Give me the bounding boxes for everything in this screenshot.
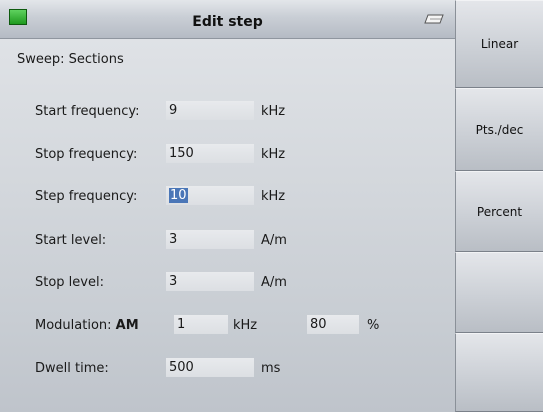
step-frequency-value: 10 (169, 188, 188, 203)
softkey-percent-label: Percent (476, 204, 523, 219)
modulation-frequency-input[interactable]: 1 (174, 315, 228, 334)
softkey-empty-4[interactable] (455, 252, 543, 333)
settings-panel: Sweep: Sections Start frequency: 9 kHz S… (0, 39, 455, 412)
eraser-icon[interactable] (424, 14, 444, 24)
start-level-label: Start level: (35, 233, 107, 248)
modulation-frequency-value: 1 (177, 317, 186, 332)
softkey-percent[interactable]: Percent (455, 171, 543, 252)
stop-level-input[interactable]: 3 (166, 272, 254, 291)
dwell-time-row: Dwell time: 500 ms (0, 357, 455, 381)
dwell-time-label: Dwell time: (35, 361, 109, 376)
stop-frequency-label: Stop frequency: (35, 147, 138, 162)
softkey-linear-label: Linear (480, 37, 519, 51)
start-level-value: 3 (169, 232, 178, 247)
stop-frequency-input[interactable]: 150 (166, 144, 254, 163)
modulation-depth-unit: % (367, 318, 380, 333)
stop-frequency-row: Stop frequency: 150 kHz (0, 143, 455, 167)
dwell-time-value: 500 (169, 360, 194, 375)
stop-frequency-value: 150 (169, 146, 194, 161)
start-level-row: Start level: 3 A/m (0, 229, 455, 253)
softkey-pts-dec[interactable]: Pts./dec (455, 88, 543, 171)
step-frequency-unit: kHz (261, 189, 286, 204)
title-bar: Edit step (0, 0, 455, 39)
modulation-label-text: Modulation: (35, 318, 112, 333)
dwell-time-input[interactable]: 500 (166, 358, 254, 377)
dwell-time-unit: ms (261, 361, 281, 376)
start-level-input[interactable]: 3 (166, 230, 254, 249)
start-level-unit: A/m (261, 233, 287, 248)
softkey-pts-dec-label: Pts./dec (475, 122, 524, 137)
modulation-label: Modulation: AM (35, 318, 139, 333)
sweep-mode-label: Sweep: Sections (17, 52, 124, 67)
softkey-empty-5[interactable] (455, 333, 543, 412)
step-frequency-row: Step frequency: 10 kHz (0, 185, 455, 209)
step-frequency-input[interactable]: 10 (166, 186, 254, 205)
step-frequency-label: Step frequency: (35, 189, 138, 204)
stop-level-label: Stop level: (35, 275, 104, 290)
stop-frequency-unit: kHz (261, 147, 286, 162)
stop-level-unit: A/m (261, 275, 287, 290)
start-frequency-input[interactable]: 9 (166, 101, 254, 120)
softkey-linear[interactable]: Linear (455, 0, 543, 88)
stop-level-value: 3 (169, 274, 178, 289)
stop-level-row: Stop level: 3 A/m (0, 271, 455, 295)
dialog-title: Edit step (192, 14, 263, 30)
edit-step-dialog: Edit step Sweep: Sections Start frequenc… (0, 0, 543, 412)
softkey-bar: Linear Pts./dec Percent (455, 0, 543, 412)
start-frequency-label: Start frequency: (35, 104, 140, 119)
start-frequency-unit: kHz (261, 104, 286, 119)
modulation-type[interactable]: AM (116, 318, 139, 333)
modulation-row: Modulation: AM 1 kHz 80 % (0, 314, 455, 338)
modulation-depth-value: 80 (310, 317, 327, 332)
start-frequency-row: Start frequency: 9 kHz (0, 100, 455, 124)
modulation-depth-input[interactable]: 80 (307, 315, 359, 334)
modulation-frequency-unit: kHz (233, 318, 258, 333)
start-frequency-value: 9 (169, 103, 178, 118)
